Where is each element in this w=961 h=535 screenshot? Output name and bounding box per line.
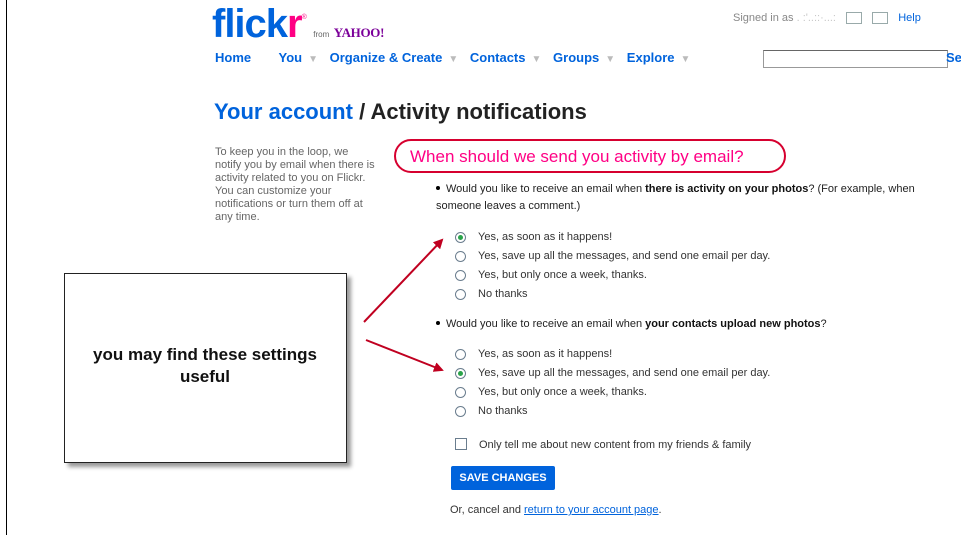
arrow-to-photo-options [363,238,444,323]
arrow-to-contact-options [365,339,444,372]
annotation-arrows [363,238,444,372]
